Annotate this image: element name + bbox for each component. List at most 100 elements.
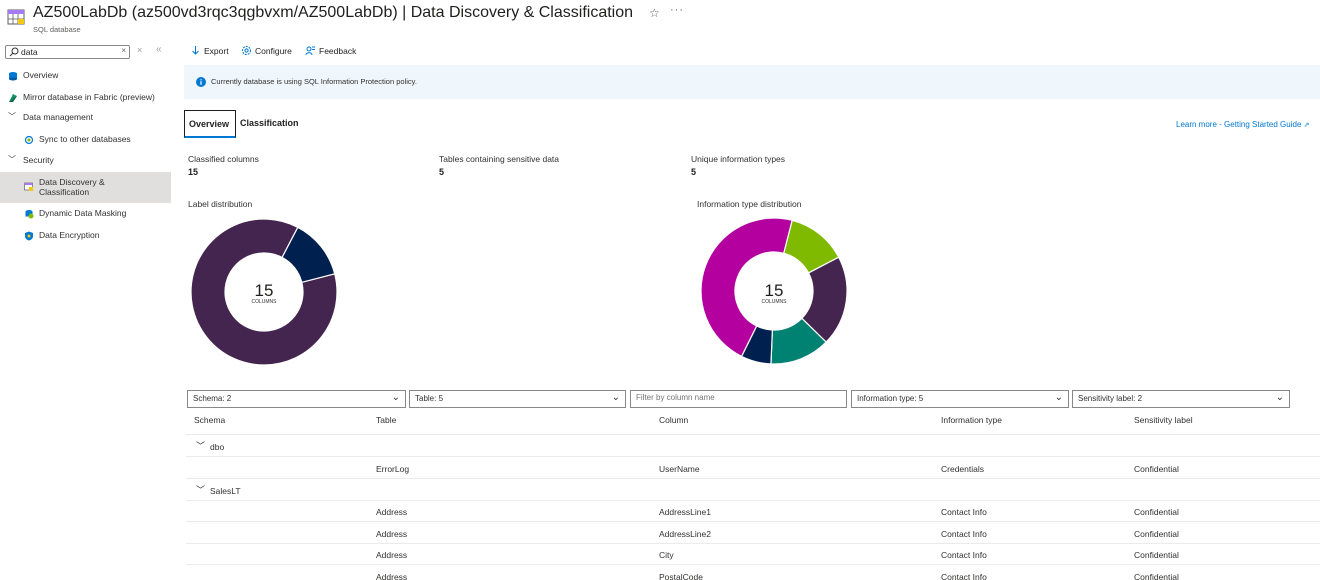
- sync-icon: [24, 135, 34, 145]
- chevron-down-icon: ﹀: [8, 155, 16, 164]
- info-banner: Currently database is using SQL Informat…: [184, 65, 1320, 99]
- export-button[interactable]: Export: [190, 45, 229, 59]
- sidebar-item-dynamic-masking[interactable]: Dynamic Data Masking: [0, 204, 171, 224]
- learn-more-link[interactable]: Learn more - Getting Started Guide ⇗: [1176, 120, 1310, 129]
- cell-column: UserName: [659, 464, 700, 474]
- cell-table: Address: [376, 507, 408, 517]
- sidebar-item-overview[interactable]: Overview: [0, 66, 171, 86]
- table-filter-dropdown[interactable]: Table: 5 ⌄: [409, 390, 626, 408]
- table-row[interactable]: Address AddressLine1 Contact Info Confid…: [186, 500, 1320, 522]
- sidebar-item-label: Mirror database in Fabric (preview): [23, 92, 155, 102]
- info-icon: [196, 77, 206, 87]
- table-row[interactable]: Address PostalCode Contact Info Confiden…: [186, 565, 1320, 580]
- stat-value: 15: [188, 167, 199, 177]
- table-filter-value: Table: 5: [415, 394, 444, 403]
- tab-overview[interactable]: Overview: [184, 110, 236, 138]
- feedback-label: Feedback: [319, 46, 357, 56]
- sidebar-item-label: Overview: [23, 70, 59, 80]
- column-filter-input[interactable]: [636, 393, 836, 402]
- feedback-button[interactable]: Feedback: [305, 45, 356, 59]
- sidebar-item-data-encryption[interactable]: Data Encryption: [0, 226, 171, 246]
- feedback-icon: [305, 46, 315, 56]
- stat-label: Classified columns: [188, 154, 259, 164]
- stat-label: Unique information types: [691, 154, 786, 164]
- column-filter-input-box[interactable]: [630, 390, 847, 408]
- info-type-distribution-title: Information type distribution: [697, 199, 802, 209]
- sidebar-item-data-discovery[interactable]: Data Discovery & Classification: [0, 172, 171, 203]
- sensitivity-filter-dropdown[interactable]: Sensitivity label: 2 ⌄: [1072, 390, 1290, 408]
- masking-icon: [25, 210, 34, 219]
- cell-info-type: Credentials: [941, 464, 984, 474]
- cell-column: AddressLine2: [659, 529, 711, 539]
- close-search-icon[interactable]: ×: [137, 45, 142, 55]
- sidebar-item-label: Dynamic Data Masking: [39, 208, 127, 218]
- cell-table: Address: [376, 572, 408, 580]
- info-type-filter-dropdown[interactable]: Information type: 5 ⌄: [851, 390, 1069, 408]
- info-text: Currently database is using SQL Informat…: [211, 77, 417, 86]
- cell-sensitivity: Confidential: [1134, 572, 1179, 580]
- search-icon: [9, 47, 19, 57]
- column-header-schema[interactable]: Schema: [194, 415, 225, 425]
- sidebar-item-label: Data management: [23, 112, 93, 122]
- schema-filter-dropdown[interactable]: Schema: 2 ⌄: [187, 390, 406, 408]
- table-row[interactable]: Address AddressLine2 Contact Info Confid…: [186, 522, 1320, 544]
- chevron-down-icon: ⌄: [391, 392, 400, 403]
- column-header-table[interactable]: Table: [376, 415, 396, 425]
- data-discovery-icon: [24, 182, 33, 191]
- cell-info-type: Contact Info: [941, 529, 987, 539]
- donut-center-value: 15: [765, 281, 784, 300]
- cell-column: PostalCode: [659, 572, 703, 580]
- stat-value: 5: [691, 167, 697, 177]
- info-type-filter-value: Information type: 5: [857, 394, 924, 403]
- cell-column: City: [659, 550, 674, 560]
- cell-info-type: Contact Info: [941, 507, 987, 517]
- sidebar-item-sync[interactable]: Sync to other databases: [0, 130, 171, 150]
- donut-center-value: 15: [255, 281, 274, 300]
- label-distribution-title: Label distribution: [188, 199, 253, 209]
- cell-sensitivity: Confidential: [1134, 507, 1179, 517]
- stat-value: 5: [439, 167, 445, 177]
- cell-info-type: Contact Info: [941, 572, 987, 580]
- sidebar-item-data-management[interactable]: ﹀ Data management: [0, 108, 171, 128]
- shield-icon: [25, 231, 33, 241]
- sensitivity-filter-value: Sensitivity label: 2: [1078, 394, 1143, 403]
- group-schema-name: dbo: [210, 442, 225, 452]
- schema-filter-value: Schema: 2: [193, 394, 232, 403]
- chevron-down-icon: ﹀: [8, 112, 16, 121]
- sidebar-item-label: Sync to other databases: [39, 134, 131, 144]
- fabric-icon: [9, 94, 17, 102]
- export-label: Export: [204, 46, 229, 56]
- sidebar-item-security[interactable]: ﹀ Security: [0, 151, 171, 171]
- cell-sensitivity: Confidential: [1134, 529, 1179, 539]
- sidebar-item-mirror-fabric[interactable]: Mirror database in Fabric (preview): [0, 88, 171, 108]
- page-subtitle: SQL database: [33, 25, 81, 34]
- donut-center-unit: COLUMNS: [761, 299, 787, 305]
- configure-button[interactable]: Configure: [241, 45, 292, 59]
- stat-label: Tables containing sensitive data: [439, 154, 560, 164]
- chevron-down-icon[interactable]: ﹀: [196, 439, 205, 452]
- sidebar-item-label: Security: [23, 155, 54, 165]
- column-header-sensitivity[interactable]: Sensitivity label: [1134, 415, 1193, 425]
- cell-sensitivity: Confidential: [1134, 550, 1179, 560]
- sidebar-search-box[interactable]: ×: [5, 45, 130, 59]
- column-header-info-type[interactable]: Information type: [941, 415, 1002, 425]
- download-arrow-icon: [192, 46, 199, 55]
- group-row-saleslt[interactable]: ﹀ SalesLT: [186, 479, 1320, 501]
- table-row[interactable]: ErrorLog UserName Credentials Confidenti…: [186, 457, 1320, 479]
- table-row[interactable]: Address City Contact Info Confidential: [186, 543, 1320, 565]
- more-options-icon[interactable]: ···: [670, 4, 684, 16]
- sidebar-item-label: Data Encryption: [39, 230, 100, 240]
- column-header-column[interactable]: Column: [659, 415, 688, 425]
- chevron-down-icon: ⌄: [1275, 392, 1284, 403]
- sidebar-search-input[interactable]: [21, 46, 116, 58]
- favorite-star-icon[interactable]: ☆: [649, 6, 660, 20]
- clear-search-icon[interactable]: ×: [121, 46, 126, 55]
- group-row-dbo[interactable]: ﹀ dbo: [186, 435, 1320, 457]
- database-icon: [9, 72, 17, 81]
- info-type-distribution-donut: 15 COLUMNS: [701, 218, 847, 364]
- sql-database-icon: [7, 9, 25, 25]
- tab-classification[interactable]: Classification: [236, 110, 304, 138]
- chevron-down-icon: ⌄: [1054, 392, 1063, 403]
- chevron-down-icon[interactable]: ﹀: [196, 483, 205, 496]
- collapse-sidebar-icon[interactable]: «: [156, 44, 162, 55]
